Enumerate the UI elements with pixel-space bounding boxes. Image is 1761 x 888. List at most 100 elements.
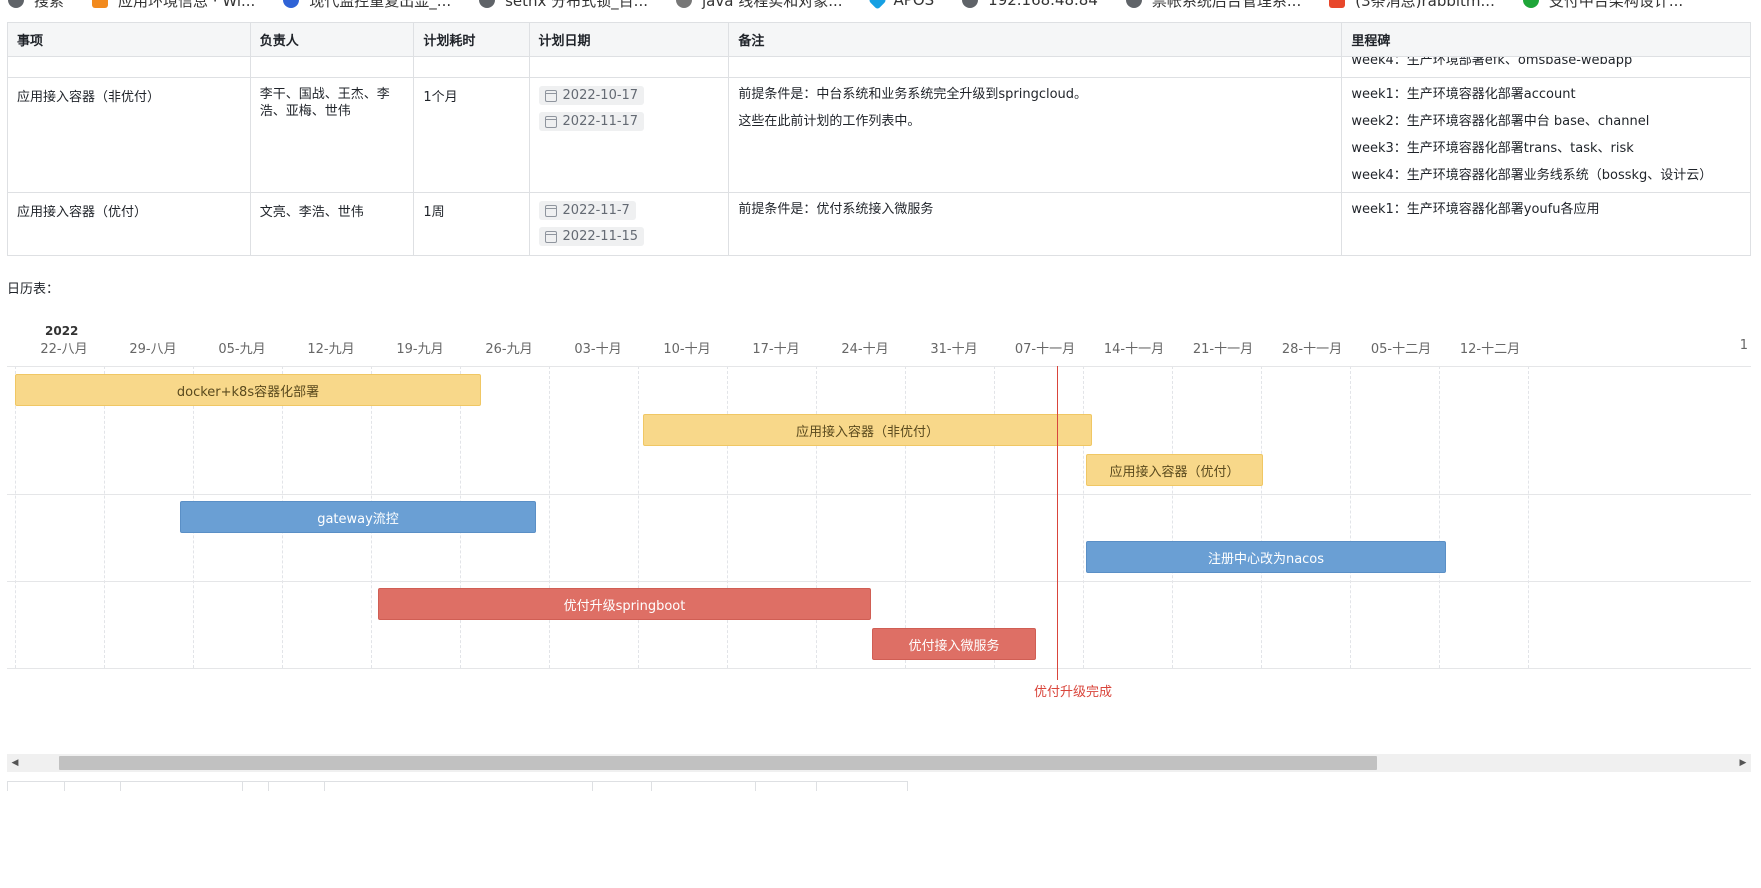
globe-icon [962, 0, 979, 8]
timeline-tick: 05-十二月 [1370, 342, 1432, 357]
timeline-tick: 17-十月 [752, 342, 800, 357]
grid-line [1261, 366, 1262, 668]
timeline-tick: 19-九月 [396, 342, 444, 357]
date-cell[interactable]: 2022-10-17 2022-11-17 [528, 77, 730, 193]
bookmark-monitoring[interactable]: 现代监控重复出显_... [283, 0, 451, 11]
owner-cell[interactable]: 李干、国战、王杰、李浩、亚梅、世伟 [249, 77, 415, 193]
timeline-tick: 14-十一月 [1103, 342, 1165, 357]
plan-table: 事项 负责人 计划耗时 计划日期 备注 里程碑 week4：生产环境部署efk、… [7, 22, 1751, 256]
bookmark-rabbitmq[interactable]: (3条消息)rabbitm... [1329, 0, 1495, 11]
column-header-milestone[interactable]: 里程碑 [1341, 22, 1751, 57]
owner-cell[interactable]: 文亮、李浩、世伟 [249, 192, 415, 256]
globe-icon [479, 0, 496, 8]
row-divider [7, 494, 1751, 495]
table-cell [268, 781, 325, 791]
notes-cell[interactable]: 前提条件是：优付系统接入微服务 [728, 192, 1343, 256]
calendar-icon [544, 204, 557, 217]
date-chip[interactable]: 2022-11-17 [538, 112, 645, 131]
note-text: 这些在此前计划的工作列表中。 [738, 114, 921, 129]
milestone-cell[interactable]: week1：生产环境容器化部署youfu各应用 [1341, 192, 1751, 256]
table-cell [7, 781, 65, 791]
scrollbar-thumb[interactable] [59, 756, 1377, 770]
bookmark-setnx[interactable]: setnx 分布式锁_百... [479, 0, 648, 11]
wechat-icon [1522, 0, 1539, 8]
gantt-bar-microservice[interactable]: 优付接入微服务 [872, 628, 1036, 660]
gantt-bar-docker-k8s[interactable]: docker+k8s容器化部署 [15, 374, 481, 406]
item-cell[interactable]: 应用接入容器（优付） [7, 192, 251, 256]
bookmarks-bar: 搜索 应用环境信息 · Wi... 现代监控重复出显_... setnx 分布式… [0, 0, 1761, 12]
column-header-item[interactable]: 事项 [7, 22, 251, 57]
grid-line [638, 366, 639, 668]
grid-line [1172, 366, 1173, 668]
row-divider [7, 668, 1751, 669]
gantt-bar-nacos[interactable]: 注册中心改为nacos [1086, 541, 1446, 573]
grid-line [816, 366, 817, 668]
gantt-bar-gateway[interactable]: gateway流控 [180, 501, 536, 533]
date-cell[interactable]: 2022-11-7 2022-11-15 [528, 192, 730, 256]
timeline-tick: 12-九月 [307, 342, 355, 357]
timeline-tick: 05-九月 [218, 342, 266, 357]
table-row: 应用接入容器（优付） 文亮、李浩、世伟 1周 2022-11-7 2022-11… [7, 192, 1751, 256]
column-header-owner[interactable]: 负责人 [249, 22, 415, 57]
bookmark-java[interactable]: java 线程实和对象... [676, 0, 843, 11]
table-cell [592, 781, 652, 791]
duration-cell[interactable]: 1周 [413, 192, 530, 256]
timeline-tick: 29-八月 [129, 342, 177, 357]
table-cell [242, 781, 269, 791]
table-cell[interactable] [528, 56, 730, 78]
csdn-icon [1329, 0, 1346, 8]
next-table-stub [7, 781, 908, 791]
note-text: 前提条件是：中台系统和业务系统完全升级到springcloud。 [738, 87, 1088, 102]
table-cell[interactable] [728, 56, 1343, 78]
column-header-duration[interactable]: 计划耗时 [413, 22, 530, 57]
table-row-partial: week4：生产环境部署efk、omsbase-webapp [7, 56, 1751, 78]
gantt-bar-container-youfu[interactable]: 应用接入容器（优付） [1086, 454, 1263, 486]
table-cell[interactable] [413, 56, 530, 78]
globe-icon [1125, 0, 1142, 8]
calendar-icon [544, 89, 557, 102]
table-cell [755, 781, 817, 791]
gitlab-icon [92, 0, 109, 8]
item-cell[interactable]: 应用接入容器（非优付） [7, 77, 251, 193]
duration-cell[interactable]: 1个月 [413, 77, 530, 193]
column-header-date[interactable]: 计划日期 [528, 22, 730, 57]
table-cell[interactable]: week4：生产环境部署efk、omsbase-webapp [1341, 56, 1751, 78]
notes-cell[interactable]: 前提条件是：中台系统和业务系统完全升级到springcloud。 这些在此前计划… [728, 77, 1343, 193]
scroll-left-arrow-icon[interactable]: ◀ [7, 754, 23, 772]
grid-line [905, 366, 906, 668]
table-cell [651, 781, 756, 791]
calendar-title: 日历表： [7, 282, 60, 297]
column-header-notes[interactable]: 备注 [728, 22, 1343, 57]
milestone-marker-label: 优付升级完成 [1033, 685, 1113, 700]
milestone-cell[interactable]: week1：生产环境容器化部署account week2：生产环境容器化部署中台… [1341, 77, 1751, 193]
date-chip[interactable]: 2022-10-17 [538, 86, 645, 105]
milestone-text: week3：生产环境容器化部署trans、task、risk [1351, 141, 1634, 156]
table-cell[interactable] [249, 56, 415, 78]
milestone-text: week1：生产环境容器化部署youfu各应用 [1351, 202, 1600, 217]
date-chip[interactable]: 2022-11-15 [538, 227, 645, 246]
gantt-chart: 2022 22-八月 29-八月 05-九月 12-九月 19-九月 26-九月… [7, 320, 1751, 700]
timeline-tick: 21-十一月 [1192, 342, 1254, 357]
bookmark-ip[interactable]: 192.168.48.84 [962, 0, 1098, 9]
grid-line [727, 366, 728, 668]
bookmark-env-info[interactable]: 应用环境信息 · Wi... [92, 0, 255, 11]
bookmark-admin[interactable]: 票帐系统后台管理系... [1125, 0, 1301, 11]
globe-icon [8, 0, 24, 8]
scroll-right-arrow-icon[interactable]: ▶ [1735, 754, 1751, 772]
horizontal-scrollbar[interactable]: ◀ ▶ [7, 754, 1751, 772]
search-icon [676, 0, 692, 8]
date-chip[interactable]: 2022-11-7 [538, 201, 636, 220]
grid-line [15, 366, 16, 668]
row-divider [7, 366, 1751, 367]
timeline-tick: 26-九月 [485, 342, 533, 357]
note-text: 前提条件是：优付系统接入微服务 [738, 202, 934, 217]
baidu-icon [283, 0, 300, 8]
table-cell[interactable] [7, 56, 251, 78]
milestone-text: week1：生产环境容器化部署account [1351, 87, 1576, 102]
bookmark-payment[interactable]: 支付中台架构设计... [1522, 0, 1683, 11]
gantt-bar-springboot[interactable]: 优付升级springboot [378, 588, 871, 620]
bookmark-apos[interactable]: APOS [867, 0, 934, 10]
bookmark-search[interactable]: 搜索 [8, 0, 64, 11]
calendar-icon [544, 115, 557, 128]
gantt-bar-container-non-youfu[interactable]: 应用接入容器（非优付） [643, 414, 1092, 446]
